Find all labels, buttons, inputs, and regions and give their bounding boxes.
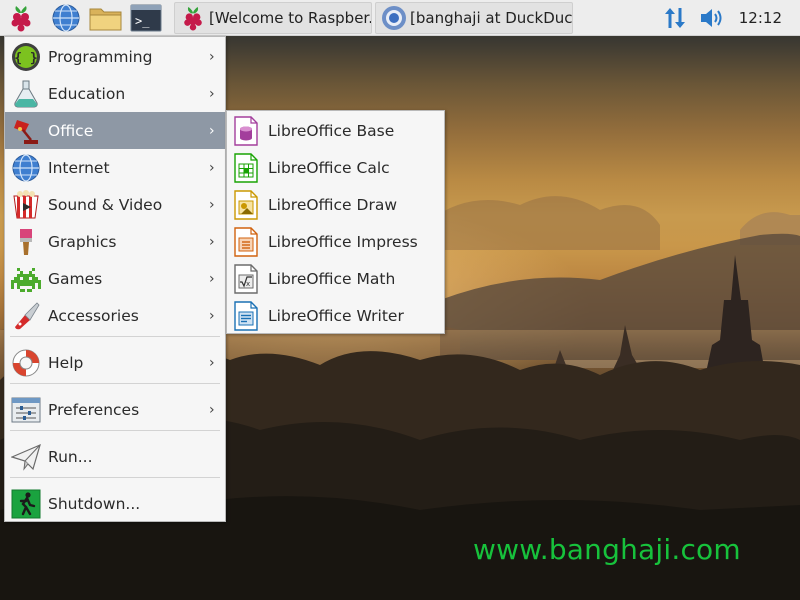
network-tray-button[interactable] — [660, 3, 690, 33]
submenu-item-libreoffice-writer[interactable]: LibreOffice Writer — [227, 297, 444, 334]
raspberry-menu-button[interactable] — [6, 3, 36, 33]
menu-item-internet[interactable]: Internet › — [5, 149, 225, 186]
menu-item-label: Help — [48, 353, 84, 372]
accessories-knife-icon — [10, 300, 42, 332]
svg-text:x: x — [246, 280, 250, 288]
submenu-item-libreoffice-base[interactable]: LibreOffice Base — [227, 112, 444, 149]
menu-item-label: Games — [48, 269, 103, 288]
task-label: [Welcome to Raspber... — [209, 9, 372, 27]
office-submenu: LibreOffice Base LibreOffice Calc LibreO… — [226, 110, 445, 334]
speaker-icon — [701, 9, 722, 27]
raspberry-icon — [179, 4, 207, 32]
submenu-item-libreoffice-math[interactable]: x LibreOffice Math — [227, 260, 444, 297]
menu-separator — [10, 336, 220, 337]
submenu-item-label: LibreOffice Impress — [268, 232, 418, 251]
menu-item-programming[interactable]: { } Programming › — [5, 38, 225, 75]
menu-item-games[interactable]: Games › — [5, 260, 225, 297]
run-paperplane-icon — [10, 441, 42, 473]
games-invader-icon — [10, 263, 42, 295]
clock[interactable]: 12:12 — [739, 9, 782, 27]
task-button-welcome[interactable]: [Welcome to Raspber... — [174, 2, 372, 34]
menu-item-label: Internet — [48, 158, 110, 177]
menu-item-label: Education — [48, 84, 126, 103]
task-button-duckduckgo[interactable]: [banghaji at DuckDuc... — [375, 2, 573, 34]
internet-globe-icon — [10, 152, 42, 184]
menu-item-label: Run... — [48, 447, 93, 466]
chevron-right-icon: › — [209, 401, 215, 418]
submenu-item-label: LibreOffice Math — [268, 269, 396, 288]
help-lifebuoy-icon — [10, 347, 42, 379]
education-flask-icon — [10, 78, 42, 110]
taskbar: >_ [Welcome to Raspber... [banghaji at D… — [0, 0, 800, 36]
libreoffice-calc-icon — [232, 152, 260, 184]
application-menu: { } Programming › Education › Office › I… — [4, 36, 226, 522]
menu-item-education[interactable]: Education › — [5, 75, 225, 112]
chevron-right-icon: › — [209, 122, 215, 139]
libreoffice-base-icon — [232, 115, 260, 147]
menu-item-help[interactable]: Help › — [5, 344, 225, 381]
menu-item-label: Accessories — [48, 306, 139, 325]
menu-item-label: Sound & Video — [48, 195, 163, 214]
graphics-brush-icon — [10, 226, 42, 258]
terminal-launcher[interactable]: >_ — [129, 3, 163, 33]
menu-item-label: Office — [48, 121, 94, 140]
submenu-item-libreoffice-calc[interactable]: LibreOffice Calc — [227, 149, 444, 186]
menu-item-label: Preferences — [48, 400, 140, 419]
raspberry-icon — [11, 6, 31, 32]
svg-text:>_: >_ — [135, 14, 150, 28]
watermark-text: www.banghaji.com — [473, 533, 741, 566]
chevron-right-icon: › — [209, 48, 215, 65]
libreoffice-math-icon: x — [232, 263, 260, 295]
network-updown-icon — [665, 8, 685, 28]
file-manager-launcher[interactable] — [89, 3, 123, 33]
libreoffice-draw-icon — [232, 189, 260, 221]
submenu-item-label: LibreOffice Draw — [268, 195, 398, 214]
web-browser-launcher[interactable] — [51, 3, 81, 33]
menu-item-label: Graphics — [48, 232, 117, 251]
chevron-right-icon: › — [209, 85, 215, 102]
submenu-item-libreoffice-draw[interactable]: LibreOffice Draw — [227, 186, 444, 223]
chevron-right-icon: › — [209, 307, 215, 324]
terminal-icon: >_ — [130, 4, 162, 32]
menu-item-accessories[interactable]: Accessories › — [5, 297, 225, 334]
task-label: [banghaji at DuckDuc... — [410, 9, 573, 27]
submenu-item-label: LibreOffice Base — [268, 121, 395, 140]
chromium-icon — [380, 4, 408, 32]
chevron-right-icon: › — [209, 159, 215, 176]
submenu-item-label: LibreOffice Writer — [268, 306, 404, 325]
menu-separator — [10, 477, 220, 478]
preferences-icon — [10, 394, 42, 426]
svg-text:{ }: { } — [14, 51, 37, 66]
menu-item-preferences[interactable]: Preferences › — [5, 391, 225, 428]
shutdown-exit-icon — [10, 488, 42, 520]
libreoffice-impress-icon — [232, 226, 260, 258]
chevron-right-icon: › — [209, 270, 215, 287]
sound-video-icon — [10, 189, 42, 221]
menu-item-label: Shutdown... — [48, 494, 141, 513]
menu-separator — [10, 430, 220, 431]
menu-item-label: Programming — [48, 47, 153, 66]
menu-separator — [10, 383, 220, 384]
folder-icon — [89, 8, 122, 31]
chevron-right-icon: › — [209, 354, 215, 371]
chevron-right-icon: › — [209, 196, 215, 213]
menu-item-office[interactable]: Office › — [5, 112, 225, 149]
submenu-item-libreoffice-impress[interactable]: LibreOffice Impress — [227, 223, 444, 260]
menu-item-graphics[interactable]: Graphics › — [5, 223, 225, 260]
office-lamp-icon — [10, 115, 42, 147]
web-browser-icon — [52, 4, 80, 32]
programming-icon: { } — [10, 41, 42, 73]
chevron-right-icon: › — [209, 233, 215, 250]
libreoffice-writer-icon — [232, 300, 260, 332]
menu-item-shutdown[interactable]: Shutdown... — [5, 485, 225, 522]
menu-item-run[interactable]: Run... — [5, 438, 225, 475]
volume-tray-button[interactable] — [697, 3, 727, 33]
menu-item-sound-video[interactable]: Sound & Video › — [5, 186, 225, 223]
submenu-item-label: LibreOffice Calc — [268, 158, 390, 177]
